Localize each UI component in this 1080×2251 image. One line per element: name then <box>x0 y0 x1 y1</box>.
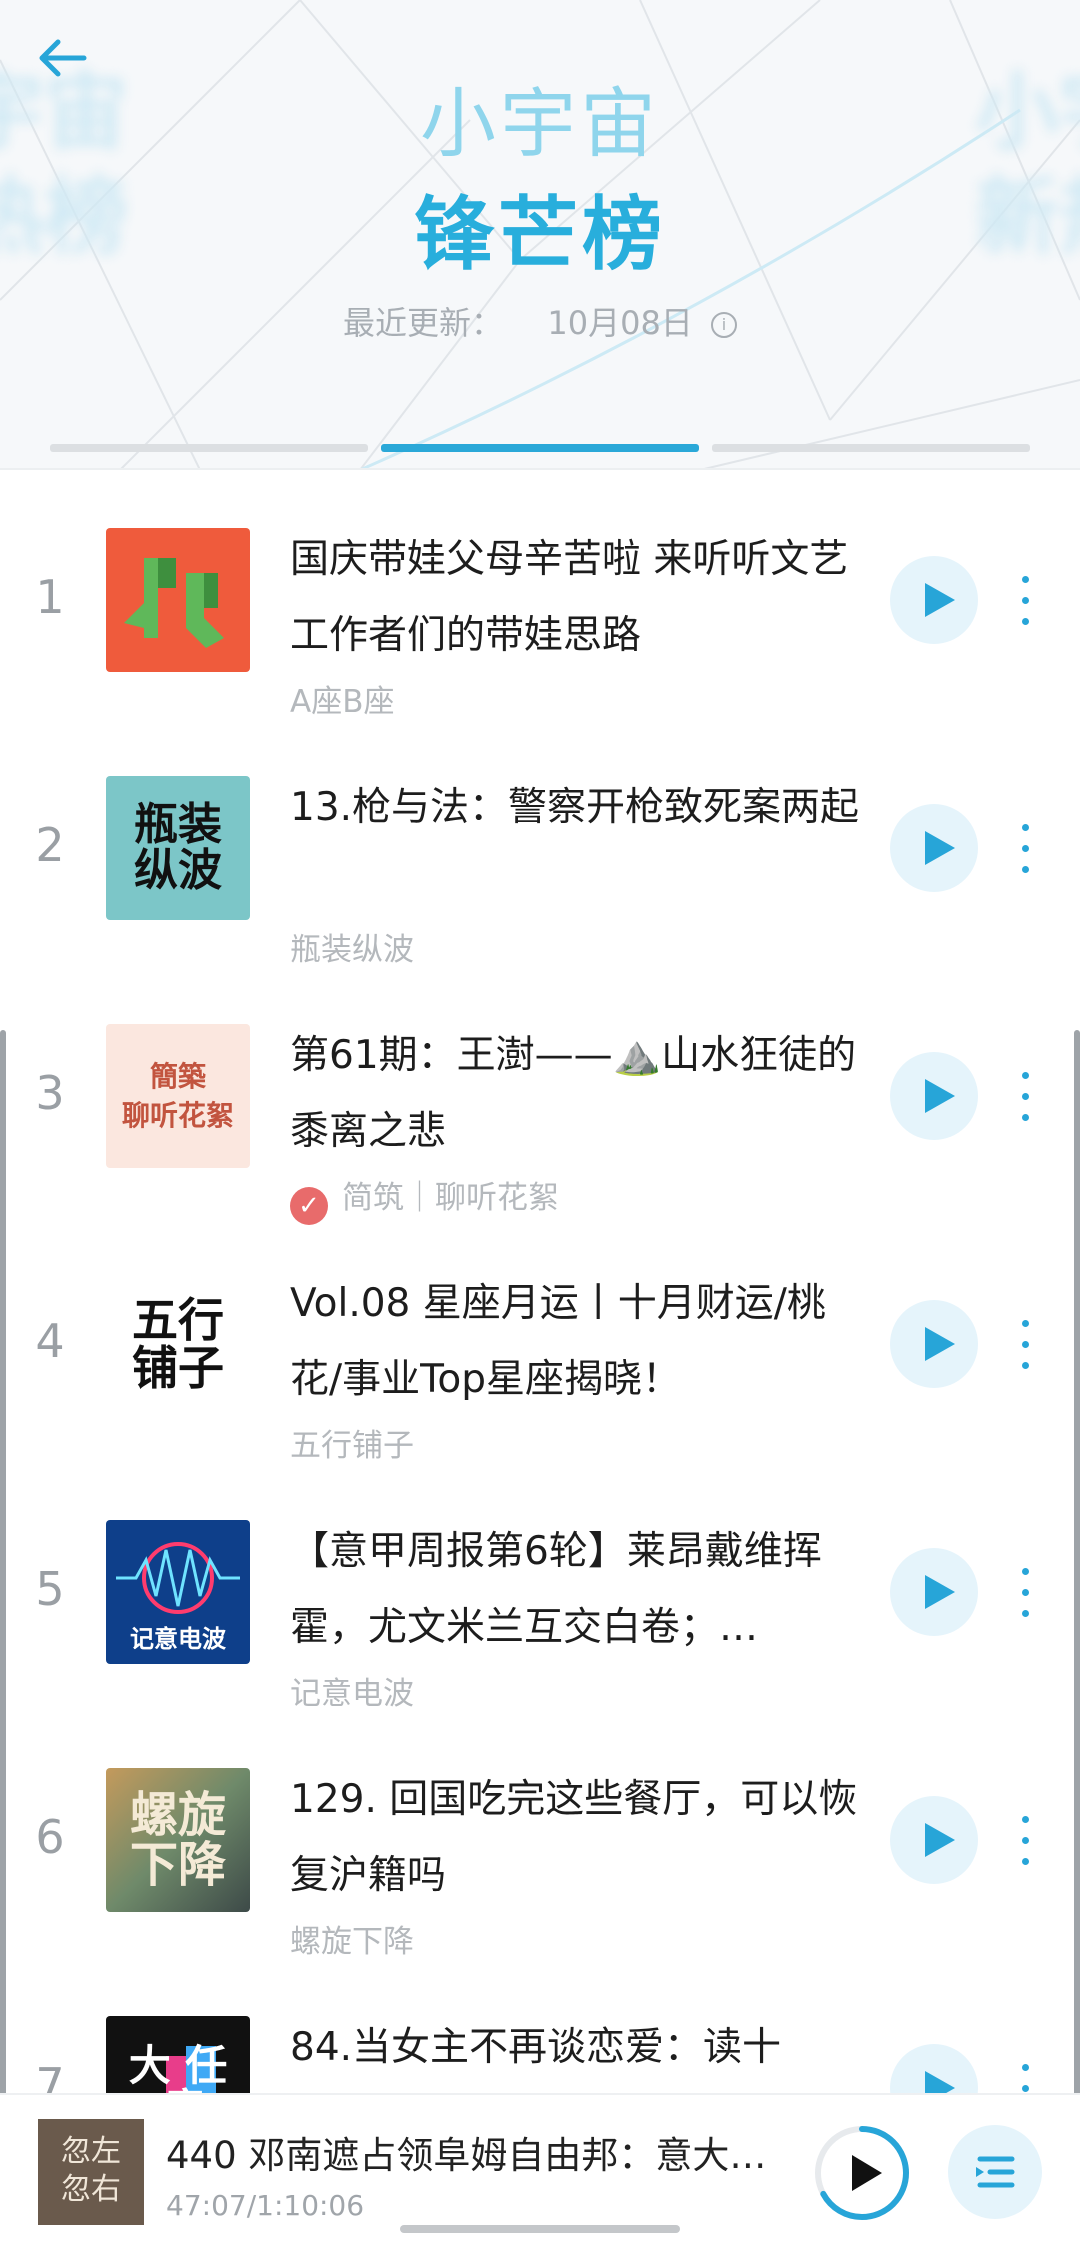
jianzhu-cover-image: 簡築 聊听花絮 <box>106 1024 250 1168</box>
wuxing-cover-image: 五行 铺子 <box>106 1272 250 1416</box>
more-dot-icon <box>1022 618 1029 625</box>
tab-indicator-2-active[interactable] <box>381 444 699 452</box>
podcast-name[interactable]: 瓶装纵波 <box>290 924 414 969</box>
progress-ring-icon <box>815 2126 909 2220</box>
podcast-name[interactable]: 记意电波 <box>290 1668 414 1713</box>
more-dot-icon <box>1022 576 1029 583</box>
now-playing-time: 47:07/1:10:06 <box>166 2189 365 2222</box>
play-button[interactable] <box>890 804 978 892</box>
scrollbar-left[interactable] <box>0 1030 6 2110</box>
podcast-name[interactable]: 螺旋下降 <box>290 1916 414 1961</box>
play-button[interactable] <box>890 1052 978 1140</box>
mini-play-button[interactable] <box>810 2121 914 2225</box>
more-dot-icon <box>1022 2064 1029 2071</box>
bottle-wave-cover-image: 瓶装 纵波 <box>106 776 250 920</box>
more-dot-icon <box>1022 1610 1029 1617</box>
episode-title: 129. 回国吃完这些餐厅，可以恢复沪籍吗 <box>290 1777 858 1898</box>
cover-text: 五行 铺子 <box>132 1292 224 1395</box>
rank-number: 2 <box>35 818 65 872</box>
jiyi-cover-image: 记意电波 <box>106 1520 250 1664</box>
play-icon <box>925 1327 955 1361</box>
more-dot-icon <box>1022 1837 1029 1844</box>
info-icon[interactable]: i <box>710 312 737 338</box>
more-dot-icon <box>1022 1341 1029 1348</box>
rank-number: 3 <box>35 1066 65 1120</box>
episode-title: Vol.08 星座月运丨十月财运/桃花/事业Top星座揭晓！ <box>290 1281 826 1402</box>
tab-indicator-1[interactable] <box>50 444 368 452</box>
podcast-name: 简筑｜聊听花絮 <box>342 1180 559 1216</box>
more-dot-icon <box>1022 845 1029 852</box>
ab-logo-cover-image <box>106 528 250 672</box>
update-info: 最近更新： 10月08日 i <box>0 298 1080 344</box>
more-dot-icon <box>1022 824 1029 831</box>
play-icon <box>925 831 955 865</box>
episode-title: 国庆带娃父母辛苦啦 来听听文艺工作者们的带娃思路 <box>290 537 849 658</box>
more-dot-icon <box>1022 597 1029 604</box>
rank-number: 6 <box>35 1810 65 1864</box>
play-button[interactable] <box>890 1796 978 1884</box>
now-playing-title: 440 邓南遮占领阜姆自由邦：意大… <box>166 2134 767 2177</box>
more-dot-icon <box>1022 1093 1029 1100</box>
home-indicator[interactable] <box>400 2225 680 2233</box>
tab-indicator-3[interactable] <box>712 444 1030 452</box>
more-options-button[interactable] <box>1010 816 1040 882</box>
more-options-button[interactable] <box>1010 1312 1040 1378</box>
now-playing-cover: 忽左 忽右 <box>38 2119 144 2225</box>
more-dot-icon <box>1022 1362 1029 1369</box>
ab-logo-icon <box>124 558 224 648</box>
list-item[interactable]: 4 五行 铺子 Vol.08 星座月运丨十月财运/桃花/事业Top星座揭晓！ 五… <box>0 1214 1080 1465</box>
play-button[interactable] <box>890 556 978 644</box>
play-button[interactable] <box>890 1548 978 1636</box>
episode-title: 第61期：王澍——⛰️山水狂徒的黍离之悲 <box>290 1033 857 1154</box>
episode-title: 84.当女主不再谈恋爱：读十 <box>290 2025 782 2070</box>
more-dot-icon <box>1022 2085 1029 2092</box>
cover-text: 螺旋 下降 <box>129 1786 226 1893</box>
chart-header: 宇宙 热榜 小宇 新热 小宇宙 锋芒榜 最近更新： 10月08日 i <box>0 0 1080 470</box>
more-dot-icon <box>1022 1816 1029 1823</box>
more-options-button[interactable] <box>1010 568 1040 634</box>
update-date: 10月08日 <box>547 304 693 342</box>
spiral-cover-image: 螺旋 下降 <box>106 1768 250 1912</box>
list-item[interactable]: 2 瓶装 纵波 13.枪与法：警察开枪致死案两起 瓶装纵波 <box>0 718 1080 969</box>
episode-title: 13.枪与法：警察开枪致死案两起 <box>290 785 860 830</box>
list-item[interactable]: 3 簡築 聊听花絮 第61期：王澍——⛰️山水狂徒的黍离之悲 ✓ 简筑｜聊听花絮 <box>0 966 1080 1225</box>
more-dot-icon <box>1022 1858 1029 1865</box>
cover-text: 记意电波 <box>130 1624 226 1653</box>
podcast-name[interactable]: A座B座 <box>290 676 394 721</box>
podcast-name[interactable]: 五行铺子 <box>290 1420 414 1465</box>
play-icon <box>852 2155 882 2191</box>
more-options-button[interactable] <box>1010 1560 1040 1626</box>
playlist-button[interactable] <box>948 2125 1042 2219</box>
scrollbar-right[interactable] <box>1074 1030 1080 2110</box>
rank-number: 4 <box>35 1314 65 1368</box>
list-item[interactable]: 5 记意电波 【意甲周报第6轮】莱昂戴维挥霍，尤文米兰互交白卷；… 记意电波 <box>0 1462 1080 1713</box>
play-icon <box>925 1575 955 1609</box>
more-dot-icon <box>1022 1589 1029 1596</box>
more-options-button[interactable] <box>1010 1808 1040 1874</box>
play-icon <box>925 1823 955 1857</box>
chart-tab-indicator <box>50 444 1030 454</box>
rank-number: 5 <box>35 1562 65 1616</box>
more-dot-icon <box>1022 1072 1029 1079</box>
more-dot-icon <box>1022 866 1029 873</box>
play-button[interactable] <box>890 1300 978 1388</box>
list-item[interactable]: 6 螺旋 下降 129. 回国吃完这些餐厅，可以恢复沪籍吗 螺旋下降 <box>0 1710 1080 1961</box>
more-dot-icon <box>1022 1568 1029 1575</box>
more-options-button[interactable] <box>1010 1064 1040 1130</box>
rank-number: 1 <box>35 570 65 624</box>
page-title: 锋芒榜 <box>414 188 666 281</box>
playlist-icon <box>976 2156 1015 2188</box>
list-item[interactable]: 1 国庆带娃父母辛苦啦 来听听文艺工作者们的带娃思路 A座B座 <box>0 470 1080 721</box>
now-playing-cover-text: 忽左 忽右 <box>61 2134 121 2207</box>
app-name: 小宇宙 <box>420 79 660 168</box>
cover-text: 簡築 聊听花絮 <box>121 1059 234 1132</box>
play-icon <box>925 1079 955 1113</box>
play-icon <box>925 583 955 617</box>
cover-text: 瓶装 纵波 <box>134 798 222 896</box>
update-label: 最近更新： <box>343 304 504 342</box>
more-dot-icon <box>1022 1320 1029 1327</box>
episode-title: 【意甲周报第6轮】莱昂戴维挥霍，尤文米兰互交白卷；… <box>290 1529 822 1650</box>
more-dot-icon <box>1022 1114 1029 1121</box>
